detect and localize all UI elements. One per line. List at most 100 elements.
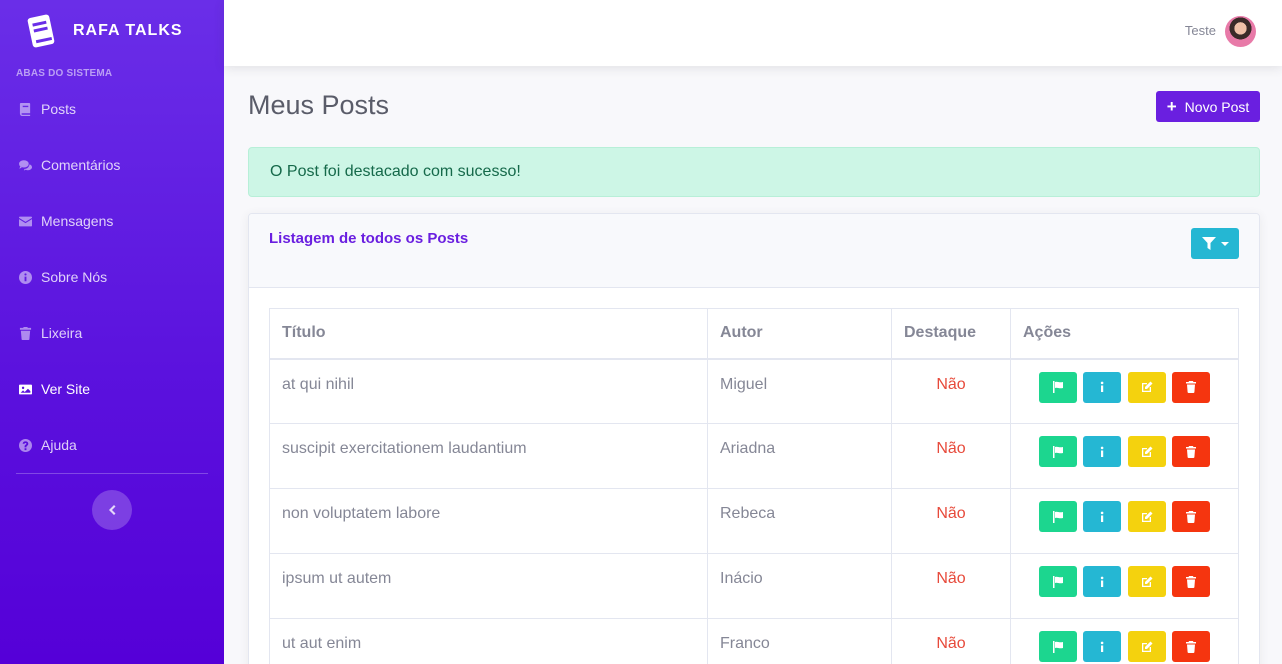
sidebar-item-label: Sobre Nós <box>41 269 108 285</box>
edit-button[interactable] <box>1127 436 1166 467</box>
sidebar-item-about[interactable]: Sobre Nós <box>0 249 224 305</box>
topbar: Teste <box>224 0 1282 66</box>
sidebar-heading: ABAS DO SISTEMA <box>16 68 113 79</box>
sidebar: RAFA TALKS ABAS DO SISTEMA Posts Comentá… <box>0 0 224 664</box>
edit-button[interactable] <box>1127 501 1166 532</box>
trash-icon <box>1186 381 1197 393</box>
sidebar-nav: Posts Comentários Mensagens Sobre Nós Li… <box>0 81 224 473</box>
filter-dropdown-button[interactable] <box>1191 228 1239 259</box>
row-actions <box>1010 358 1239 424</box>
post-author: Inácio <box>707 553 892 619</box>
column-header-author[interactable]: Autor <box>707 308 892 360</box>
post-title: suscipit exercitationem laudantium <box>269 423 708 489</box>
info-icon <box>1101 381 1104 392</box>
column-header-featured[interactable]: Destaque <box>891 308 1011 360</box>
image-icon <box>18 382 32 396</box>
card-title: Listagem de todos os Posts <box>269 230 469 247</box>
details-button[interactable] <box>1083 501 1122 532</box>
sidebar-item-label: Comentários <box>41 157 121 173</box>
sidebar-item-trash[interactable]: Lixeira <box>0 305 224 361</box>
post-title: non voluptatem labore <box>269 488 708 554</box>
trash-icon <box>1186 575 1197 588</box>
table-row: suscipit exercitationem laudantium Ariad… <box>269 423 1239 489</box>
row-actions <box>1010 423 1239 489</box>
info-circle-icon <box>18 270 32 284</box>
info-icon <box>1101 641 1104 652</box>
new-post-label: Novo Post <box>1184 98 1250 115</box>
details-button[interactable] <box>1083 631 1122 662</box>
table-body: at qui nihil Miguel Não suscipit exercit… <box>269 358 1239 664</box>
details-button[interactable] <box>1083 436 1122 467</box>
feature-button[interactable] <box>1038 566 1077 597</box>
table-header-row: Título Autor Destaque Ações <box>269 308 1239 360</box>
delete-button[interactable] <box>1172 371 1211 403</box>
trash-icon <box>1186 640 1197 653</box>
sidebar-item-help[interactable]: Ajuda <box>0 417 224 473</box>
page-title: Meus Posts <box>248 90 390 120</box>
details-button[interactable] <box>1083 371 1122 403</box>
posts-table: Título Autor Destaque Ações at qui nihil… <box>269 308 1239 664</box>
post-title: ut aut enim <box>269 618 708 664</box>
row-actions <box>1010 553 1239 619</box>
brand[interactable]: RAFA TALKS <box>24 12 183 50</box>
sidebar-divider <box>16 473 208 474</box>
delete-button[interactable] <box>1172 631 1211 662</box>
post-title: at qui nihil <box>269 358 708 424</box>
flag-icon <box>1052 575 1063 588</box>
post-featured-status: Não <box>891 488 1011 554</box>
feature-button[interactable] <box>1038 436 1077 467</box>
row-actions <box>1010 618 1239 664</box>
flag-icon <box>1052 640 1063 653</box>
feature-button[interactable] <box>1038 371 1077 403</box>
post-featured-status: Não <box>891 618 1011 664</box>
delete-button[interactable] <box>1172 436 1211 467</box>
sidebar-item-view-site[interactable]: Ver Site <box>0 361 224 417</box>
sidebar-item-posts[interactable]: Posts <box>0 81 224 137</box>
card-header: Listagem de todos os Posts <box>249 214 1259 288</box>
sidebar-item-label: Mensagens <box>41 213 114 229</box>
user-name[interactable]: Teste <box>1185 23 1216 38</box>
edit-button[interactable] <box>1127 631 1166 662</box>
table-row: ut aut enim Franco Não <box>269 618 1239 664</box>
chevron-left-icon <box>109 505 116 515</box>
trash-icon <box>18 326 32 340</box>
trash-icon <box>1186 445 1197 458</box>
flag-icon <box>1052 445 1063 458</box>
column-header-title[interactable]: Título <box>269 308 708 360</box>
sidebar-item-label: Ajuda <box>41 437 77 453</box>
edit-icon <box>1141 641 1153 652</box>
table-row: non voluptatem labore Rebeca Não <box>269 488 1239 554</box>
question-circle-icon <box>18 438 32 452</box>
table-row: at qui nihil Miguel Não <box>269 358 1239 424</box>
details-button[interactable] <box>1083 566 1122 597</box>
sidebar-item-comments[interactable]: Comentários <box>0 137 224 193</box>
sidebar-toggle-button[interactable] <box>92 490 132 530</box>
post-author: Ariadna <box>707 423 892 489</box>
posts-card: Listagem de todos os Posts Título Autor … <box>248 213 1260 664</box>
delete-button[interactable] <box>1172 501 1211 532</box>
info-icon <box>1101 511 1104 522</box>
caret-down-icon <box>1220 241 1229 246</box>
sidebar-item-messages[interactable]: Mensagens <box>0 193 224 249</box>
book-icon <box>18 102 32 116</box>
edit-icon <box>1141 381 1153 392</box>
column-header-actions: Ações <box>1010 308 1239 360</box>
flag-icon <box>1052 510 1063 523</box>
new-post-button[interactable]: + Novo Post <box>1156 91 1260 122</box>
plus-icon: + <box>1166 97 1177 116</box>
delete-button[interactable] <box>1172 566 1211 597</box>
success-alert: O Post foi destacado com sucesso! <box>248 147 1260 197</box>
edit-icon <box>1141 446 1153 457</box>
filter-icon <box>1201 237 1216 250</box>
feature-button[interactable] <box>1038 631 1077 662</box>
alert-message: O Post foi destacado com sucesso! <box>270 163 521 180</box>
edit-button[interactable] <box>1127 371 1166 403</box>
feature-button[interactable] <box>1038 501 1077 532</box>
edit-button[interactable] <box>1127 566 1166 597</box>
avatar[interactable] <box>1225 16 1256 47</box>
envelope-icon <box>18 214 32 228</box>
row-actions <box>1010 488 1239 554</box>
post-author: Franco <box>707 618 892 664</box>
post-author: Rebeca <box>707 488 892 554</box>
post-featured-status: Não <box>891 423 1011 489</box>
